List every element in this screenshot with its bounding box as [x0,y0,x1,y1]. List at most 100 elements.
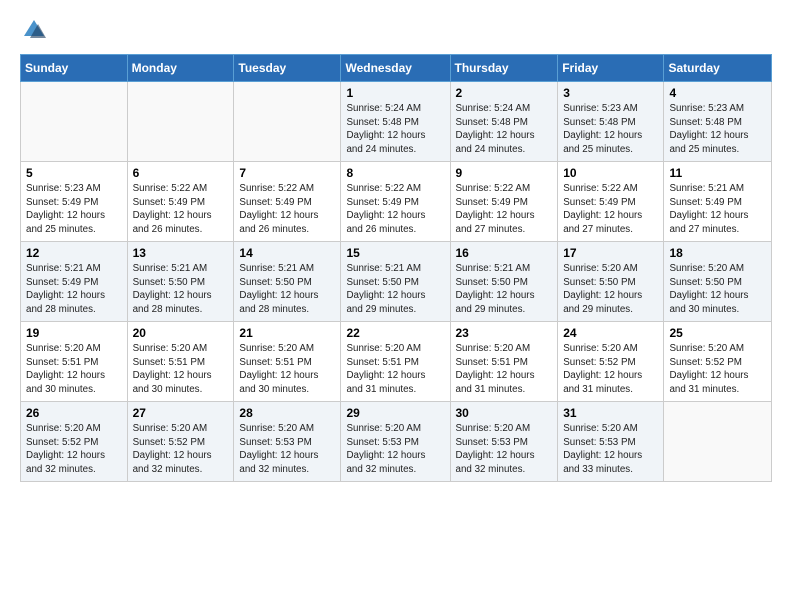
calendar-cell: 14 Sunrise: 5:21 AMSunset: 5:50 PMDayligh… [234,242,341,322]
calendar-table: SundayMondayTuesdayWednesdayThursdayFrid… [20,54,772,482]
calendar-cell: 11 Sunrise: 5:21 AMSunset: 5:49 PMDayligh… [664,162,772,242]
calendar-cell: 8 Sunrise: 5:22 AMSunset: 5:49 PMDaylight… [341,162,450,242]
day-number: 31 [563,406,658,420]
day-info: Sunrise: 5:24 AMSunset: 5:48 PMDaylight:… [346,102,444,157]
weekday-header: Wednesday [341,55,450,82]
day-number: 14 [239,246,335,260]
weekday-header: Saturday [664,55,772,82]
calendar-cell [21,82,128,162]
calendar-cell: 13 Sunrise: 5:21 AMSunset: 5:50 PMDayligh… [127,242,234,322]
day-info: Sunrise: 5:20 AMSunset: 5:51 PMDaylight:… [456,342,553,397]
day-number: 25 [669,326,766,340]
day-number: 16 [456,246,553,260]
day-number: 8 [346,166,444,180]
day-number: 27 [133,406,229,420]
day-info: Sunrise: 5:20 AMSunset: 5:52 PMDaylight:… [133,422,229,477]
day-number: 21 [239,326,335,340]
day-info: Sunrise: 5:21 AMSunset: 5:50 PMDaylight:… [133,262,229,317]
calendar-cell: 2 Sunrise: 5:24 AMSunset: 5:48 PMDaylight… [450,82,558,162]
day-number: 17 [563,246,658,260]
day-number: 11 [669,166,766,180]
weekday-header: Thursday [450,55,558,82]
day-number: 9 [456,166,553,180]
day-number: 7 [239,166,335,180]
calendar-week-row: 1 Sunrise: 5:24 AMSunset: 5:48 PMDaylight… [21,82,772,162]
day-info: Sunrise: 5:21 AMSunset: 5:49 PMDaylight:… [26,262,122,317]
day-number: 24 [563,326,658,340]
calendar-cell: 7Sunrise: 5:22 AMSunset: 5:49 PMDaylight… [234,162,341,242]
day-info: Sunrise: 5:20 AMSunset: 5:50 PMDaylight:… [669,262,766,317]
calendar-cell: 4Sunrise: 5:23 AMSunset: 5:48 PMDaylight… [664,82,772,162]
calendar-cell: 27 Sunrise: 5:20 AMSunset: 5:52 PMDayligh… [127,402,234,482]
calendar-cell: 30 Sunrise: 5:20 AMSunset: 5:53 PMDayligh… [450,402,558,482]
day-info: Sunrise: 5:20 AMSunset: 5:50 PMDaylight:… [563,262,658,317]
calendar-cell: 12 Sunrise: 5:21 AMSunset: 5:49 PMDayligh… [21,242,128,322]
day-info: Sunrise: 5:20 AMSunset: 5:51 PMDaylight:… [239,342,335,397]
calendar-cell: 9Sunrise: 5:22 AMSunset: 5:49 PMDaylight… [450,162,558,242]
weekday-header: Friday [558,55,664,82]
calendar-cell: 1 Sunrise: 5:24 AMSunset: 5:48 PMDaylight… [341,82,450,162]
day-info: Sunrise: 5:20 AMSunset: 5:51 PMDaylight:… [26,342,122,397]
day-number: 1 [346,86,444,100]
calendar-cell: 21 Sunrise: 5:20 AMSunset: 5:51 PMDayligh… [234,322,341,402]
calendar-cell: 24 Sunrise: 5:20 AMSunset: 5:52 PMDayligh… [558,322,664,402]
calendar-cell: 6 Sunrise: 5:22 AMSunset: 5:49 PMDaylight… [127,162,234,242]
calendar-cell: 25 Sunrise: 5:20 AMSunset: 5:52 PMDayligh… [664,322,772,402]
day-number: 3 [563,86,658,100]
day-info: Sunrise: 5:23 AMSunset: 5:48 PMDaylight:… [563,102,658,157]
day-number: 2 [456,86,553,100]
calendar-cell: 17 Sunrise: 5:20 AMSunset: 5:50 PMDayligh… [558,242,664,322]
day-number: 6 [133,166,229,180]
day-info: Sunrise: 5:20 AMSunset: 5:52 PMDaylight:… [669,342,766,397]
day-number: 23 [456,326,553,340]
day-info: Sunrise: 5:21 AMSunset: 5:50 PMDaylight:… [456,262,553,317]
day-info: Sunrise: 5:20 AMSunset: 5:51 PMDaylight:… [346,342,444,397]
calendar-week-row: 12 Sunrise: 5:21 AMSunset: 5:49 PMDayligh… [21,242,772,322]
calendar-cell: 16 Sunrise: 5:21 AMSunset: 5:50 PMDayligh… [450,242,558,322]
calendar-cell: 29 Sunrise: 5:20 AMSunset: 5:53 PMDayligh… [341,402,450,482]
calendar-cell: 28Sunrise: 5:20 AMSunset: 5:53 PMDayligh… [234,402,341,482]
day-number: 19 [26,326,122,340]
day-info: Sunrise: 5:21 AMSunset: 5:50 PMDaylight:… [346,262,444,317]
day-number: 22 [346,326,444,340]
day-info: Sunrise: 5:20 AMSunset: 5:51 PMDaylight:… [133,342,229,397]
day-number: 26 [26,406,122,420]
calendar-week-row: 19 Sunrise: 5:20 AMSunset: 5:51 PMDayligh… [21,322,772,402]
calendar-cell: 26 Sunrise: 5:20 AMSunset: 5:52 PMDayligh… [21,402,128,482]
page-header [20,16,772,44]
calendar-cell [234,82,341,162]
day-info: Sunrise: 5:21 AMSunset: 5:49 PMDaylight:… [669,182,766,237]
weekday-header: Sunday [21,55,128,82]
calendar-cell: 15 Sunrise: 5:21 AMSunset: 5:50 PMDayligh… [341,242,450,322]
day-info: Sunrise: 5:21 AMSunset: 5:50 PMDaylight:… [239,262,335,317]
day-info: Sunrise: 5:22 AMSunset: 5:49 PMDaylight:… [133,182,229,237]
weekday-header: Tuesday [234,55,341,82]
calendar-cell: 18Sunrise: 5:20 AMSunset: 5:50 PMDayligh… [664,242,772,322]
day-info: Sunrise: 5:23 AMSunset: 5:49 PMDaylight:… [26,182,122,237]
day-info: Sunrise: 5:20 AMSunset: 5:52 PMDaylight:… [26,422,122,477]
day-number: 12 [26,246,122,260]
calendar-cell: 5 Sunrise: 5:23 AMSunset: 5:49 PMDaylight… [21,162,128,242]
day-info: Sunrise: 5:20 AMSunset: 5:53 PMDaylight:… [239,422,335,477]
day-info: Sunrise: 5:20 AMSunset: 5:52 PMDaylight:… [563,342,658,397]
day-info: Sunrise: 5:20 AMSunset: 5:53 PMDaylight:… [563,422,658,477]
calendar-cell [127,82,234,162]
day-number: 30 [456,406,553,420]
day-info: Sunrise: 5:22 AMSunset: 5:49 PMDaylight:… [346,182,444,237]
calendar-cell [664,402,772,482]
day-number: 5 [26,166,122,180]
day-info: Sunrise: 5:20 AMSunset: 5:53 PMDaylight:… [456,422,553,477]
day-number: 29 [346,406,444,420]
day-number: 15 [346,246,444,260]
day-number: 4 [669,86,766,100]
calendar-cell: 31 Sunrise: 5:20 AMSunset: 5:53 PMDayligh… [558,402,664,482]
logo [20,16,52,44]
logo-icon [20,16,48,44]
day-number: 13 [133,246,229,260]
day-info: Sunrise: 5:24 AMSunset: 5:48 PMDaylight:… [456,102,553,157]
calendar-cell: 20 Sunrise: 5:20 AMSunset: 5:51 PMDayligh… [127,322,234,402]
day-number: 20 [133,326,229,340]
day-info: Sunrise: 5:20 AMSunset: 5:53 PMDaylight:… [346,422,444,477]
day-number: 10 [563,166,658,180]
calendar-cell: 10Sunrise: 5:22 AMSunset: 5:49 PMDayligh… [558,162,664,242]
